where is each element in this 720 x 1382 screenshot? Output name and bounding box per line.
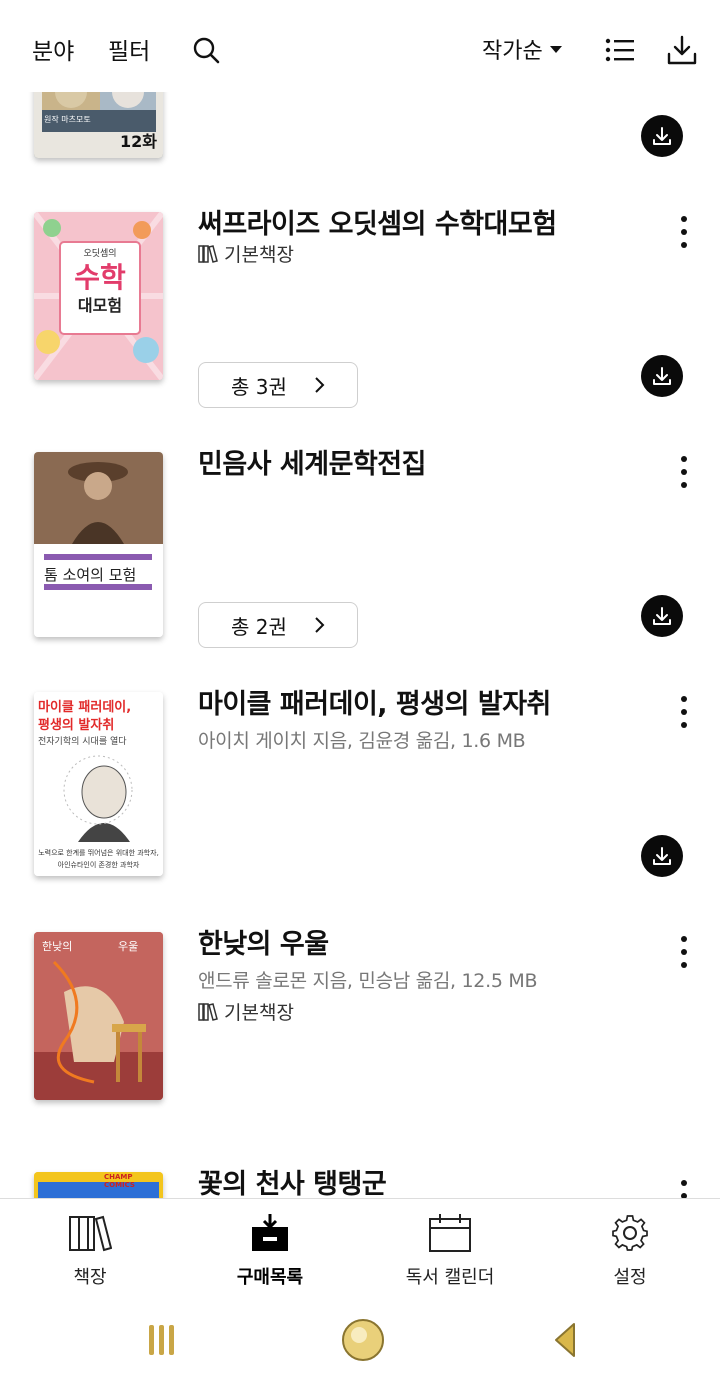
calendar-icon [429, 1214, 471, 1252]
list-view-icon [605, 38, 634, 62]
back-icon [555, 1323, 575, 1357]
bookshelf-icon [198, 1002, 218, 1021]
book-title[interactable]: 한낮의 우울 [198, 922, 329, 961]
nav-purchases[interactable]: 구매목록 [200, 1213, 340, 1289]
volumes-button[interactable]: 총 3권 [198, 362, 358, 408]
home-icon [342, 1319, 384, 1361]
list-item[interactable]: 톰 소여의 모험 민음사 세계문학전집 총 2권 [0, 420, 720, 660]
shelf-tag: 기본책장 [198, 240, 294, 267]
book-title[interactable]: 써프라이즈 오딧셈의 수학대모험 [198, 202, 557, 241]
volumes-label: 총 3권 [231, 374, 287, 399]
book-cover[interactable]: 한낮의 우울 [34, 932, 163, 1100]
bottom-navigation: 책장 구매목록 독서 캘린더 설정 [0, 1198, 720, 1298]
chevron-right-icon [315, 377, 325, 393]
download-button[interactable] [641, 115, 683, 157]
shelf-tag: 기본책장 [198, 998, 294, 1025]
cover-title: 마이클 패러데이, [38, 700, 132, 715]
nav-label: 구매목록 [236, 1267, 304, 1288]
nav-reading-calendar[interactable]: 독서 캘린더 [380, 1213, 520, 1289]
episode-badge: 12화 [120, 132, 157, 151]
cover-title-2: 우울 [118, 940, 139, 953]
sort-label: 작가순 [482, 39, 543, 64]
cover-tagline: 노력으로 한계를 뛰어넘은 위대한 과학자, [38, 849, 159, 857]
book-meta: 아이치 게이치 지음, 김윤경 옮김, 1.6 MB [198, 730, 526, 752]
bookshelf-icon [69, 1215, 112, 1252]
book-cover[interactable]: 톰 소여의 모험 [34, 452, 163, 637]
book-cover[interactable]: 오딧셈의 수학 대모험 [34, 212, 163, 380]
more-options-button[interactable] [668, 212, 700, 252]
list-item[interactable]: 마이클 패러데이, 평생의 발자취 전자기학의 시대를 열다 노력으로 한계를 … [0, 660, 720, 900]
book-cover[interactable]: 마이클 패러데이, 평생의 발자취 전자기학의 시대를 열다 노력으로 한계를 … [34, 692, 163, 876]
book-list: 원작 마츠모토 12화 오딧셈의 수학 대모험 써프라이즈 오딧셈의 수학대모험… [0, 0, 720, 1198]
list-item[interactable]: CHAMP COMICS 꽃의 천사 탱탱군 [0, 1140, 720, 1198]
nav-settings[interactable]: 설정 [560, 1213, 700, 1289]
download-button[interactable] [641, 835, 683, 877]
download-icon [653, 607, 671, 625]
system-navigation-bar [0, 1298, 720, 1382]
book-title[interactable]: 꽃의 천사 탱탱군 [198, 1162, 387, 1198]
download-button[interactable] [641, 355, 683, 397]
search-icon [193, 37, 220, 64]
volumes-button[interactable]: 총 2권 [198, 602, 358, 648]
bookshelf-icon [198, 244, 218, 263]
cover-publisher: CHAMP COMICS [104, 1173, 135, 1189]
download-all-button[interactable] [664, 32, 700, 68]
book-title[interactable]: 마이클 패러데이, 평생의 발자취 [198, 682, 551, 721]
book-title[interactable]: 민음사 세계문학전집 [198, 442, 426, 481]
list-item[interactable]: 오딧셈의 수학 대모험 써프라이즈 오딧셈의 수학대모험 기본책장 총 3권 [0, 180, 720, 420]
book-cover[interactable]: CHAMP COMICS [34, 1172, 163, 1198]
sort-dropdown[interactable]: 작가순 [482, 33, 563, 65]
nav-bookshelf[interactable]: 책장 [20, 1213, 160, 1289]
nav-label: 책장 [73, 1267, 107, 1288]
cover-title: 한낮의 [42, 940, 73, 953]
more-options-button[interactable] [668, 692, 700, 732]
cover-title: 수학 [74, 261, 126, 294]
download-icon [653, 847, 671, 865]
download-icon [667, 35, 697, 65]
volumes-label: 총 2권 [231, 614, 287, 639]
download-button[interactable] [641, 595, 683, 637]
shelf-label: 기본책장 [224, 1002, 294, 1024]
purchase-box-icon [252, 1214, 288, 1251]
category-button[interactable]: 분야 [32, 32, 74, 66]
nav-label: 설정 [613, 1267, 647, 1288]
back-button[interactable] [552, 1322, 578, 1362]
book-meta: 앤드류 솔로몬 지음, 민승남 옮김, 12.5 MB [198, 970, 538, 992]
more-options-button[interactable] [668, 1176, 700, 1198]
search-button[interactable] [188, 32, 224, 68]
recent-apps-button[interactable] [146, 1324, 178, 1360]
cover-title: 톰 소여의 모험 [44, 566, 137, 584]
chevron-right-icon [315, 617, 325, 633]
cover-small-text: 원작 마츠모토 [44, 115, 91, 124]
caret-down-icon [549, 46, 562, 53]
cover-subtitle: 전자기학의 시대를 열다 [38, 737, 127, 747]
filter-button[interactable]: 필터 [108, 32, 150, 66]
shelf-label: 기본책장 [224, 244, 294, 266]
download-icon [653, 367, 671, 385]
gear-icon [612, 1215, 648, 1251]
download-icon [653, 127, 671, 145]
cover-title-2: 대모험 [77, 296, 123, 315]
more-options-button[interactable] [668, 932, 700, 972]
nav-label: 독서 캘린더 [405, 1267, 495, 1288]
recent-apps-icon [149, 1325, 174, 1355]
more-options-button[interactable] [668, 452, 700, 492]
list-item[interactable]: 한낮의 우울 한낮의 우울 앤드류 솔로몬 지음, 민승남 옮김, 12.5 M… [0, 900, 720, 1140]
top-toolbar: 분야 필터 작가순 [0, 0, 720, 92]
cover-title-2: 평생의 발자취 [38, 718, 115, 733]
list-view-button[interactable] [602, 32, 638, 68]
cover-tagline-2: 아인슈타인이 존경한 과학자 [57, 861, 140, 869]
home-button[interactable] [341, 1318, 385, 1366]
